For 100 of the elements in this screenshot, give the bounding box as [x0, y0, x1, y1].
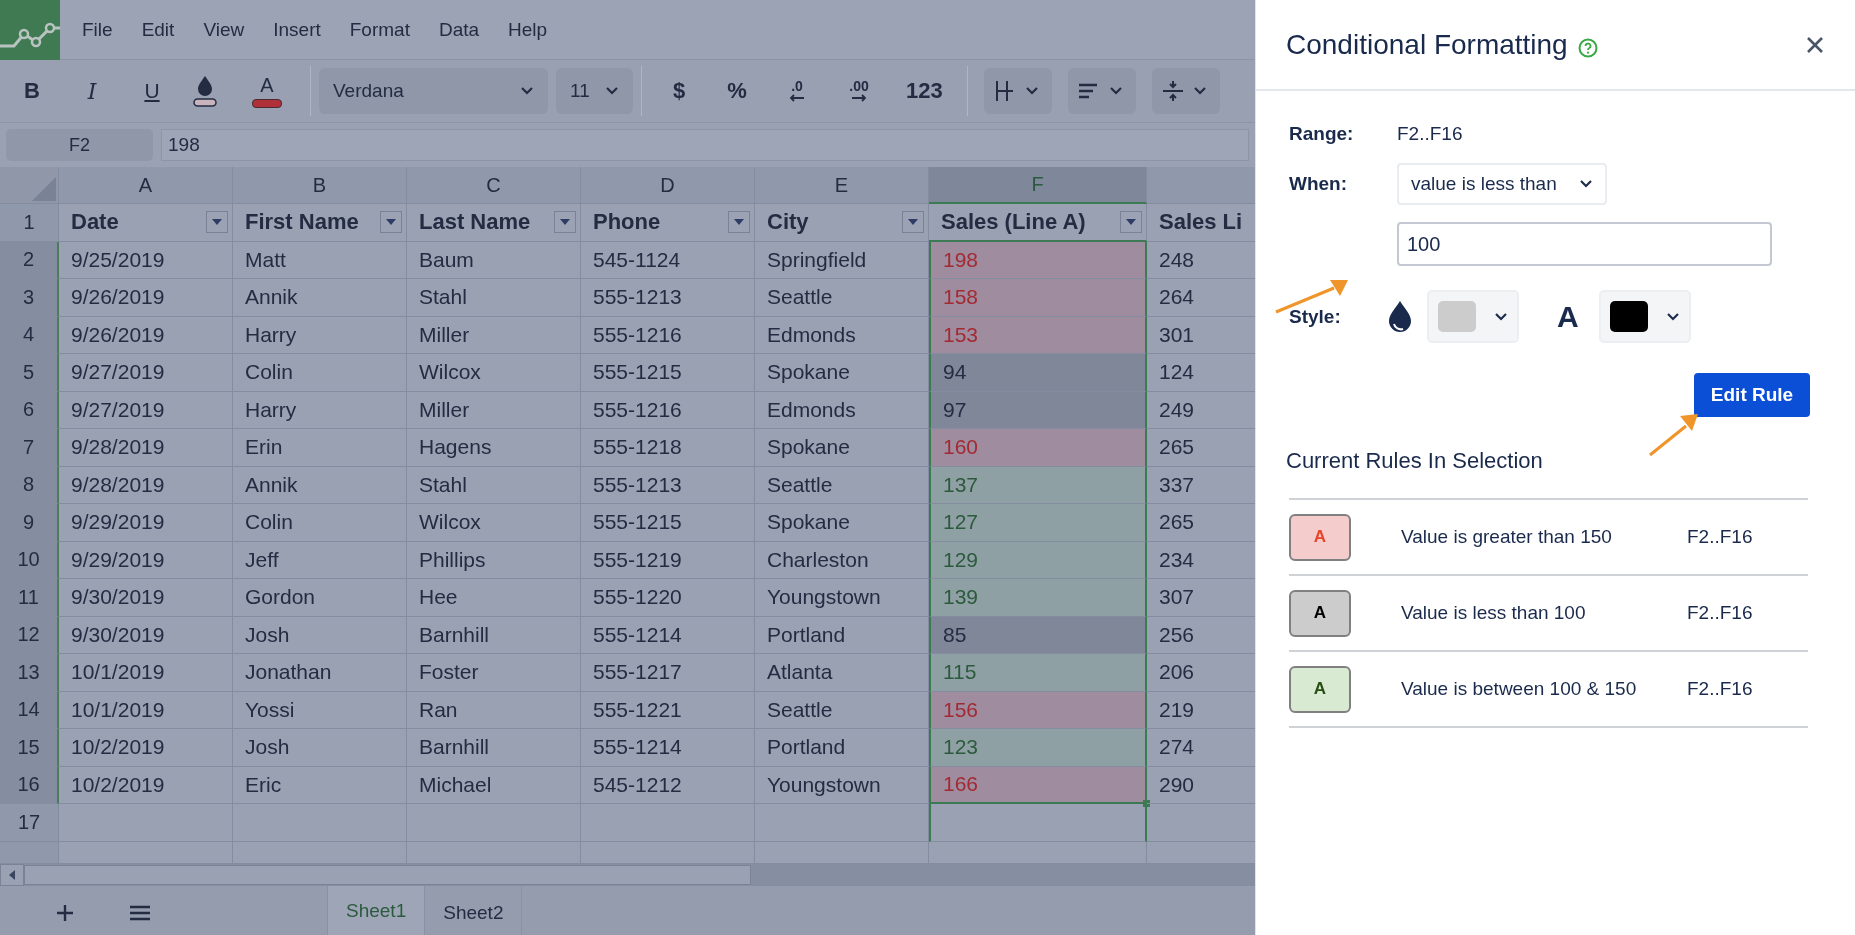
row-number[interactable]: 6 [0, 391, 59, 429]
fill-color-icon[interactable] [192, 74, 218, 108]
rule-style-swatch: A [1289, 589, 1351, 637]
row-number[interactable]: 12 [0, 616, 59, 654]
range-label: Range: [1289, 123, 1355, 145]
font-size-dropdown[interactable]: 11 [556, 68, 633, 114]
cell-name-box[interactable]: F2 [6, 129, 153, 161]
chevron-icon [1579, 179, 1593, 189]
rule-description: Value is greater than 150 [1401, 526, 1613, 548]
sheet-tab[interactable]: Sheet2 [425, 886, 523, 935]
column-header[interactable]: A [59, 167, 233, 204]
table-cell: 545-1124 [581, 241, 755, 279]
row-number[interactable]: 2 [0, 241, 59, 279]
row-number[interactable]: 8 [0, 466, 59, 504]
column-title: Phone [593, 209, 661, 236]
rule-style-swatch: A [1289, 665, 1351, 713]
text-color-label: A [1557, 299, 1579, 334]
menu-item[interactable]: Insert [273, 18, 321, 41]
italic-button[interactable]: I [74, 78, 110, 104]
menu-item[interactable]: Help [508, 18, 548, 41]
table-cell: 555-1218 [581, 429, 755, 467]
close-icon[interactable] [1805, 34, 1825, 55]
column-header[interactable]: D [581, 167, 755, 204]
edit-rule-button[interactable]: Edit Rule [1694, 373, 1810, 417]
help-icon[interactable] [1577, 37, 1598, 58]
row-number[interactable]: 9 [0, 504, 59, 542]
table-cell: Michael [407, 766, 581, 804]
table-cell: 555-1216 [581, 391, 755, 429]
align-dropdown-icon[interactable] [1067, 68, 1136, 114]
column-header[interactable]: C [407, 167, 581, 204]
row-number[interactable]: 5 [0, 354, 59, 392]
increase-decimal-button[interactable]: .00 [842, 79, 876, 103]
table-cell: Stahl [407, 279, 581, 317]
text-color-button[interactable]: A [252, 74, 282, 108]
menu-item[interactable]: File [82, 18, 113, 41]
when-label: When: [1289, 173, 1349, 195]
table-cell: 10/2/2019 [59, 729, 233, 767]
column-header[interactable]: B [233, 167, 407, 204]
formula-field[interactable]: 198 [161, 129, 1249, 161]
row-number[interactable]: 10 [0, 541, 59, 579]
row-number[interactable]: 15 [0, 729, 59, 767]
sales-cell: 158 [929, 279, 1147, 317]
row-number[interactable]: 14 [0, 691, 59, 729]
filter-dropdown-icon[interactable] [380, 211, 402, 234]
row-number[interactable]: 1 [0, 204, 59, 242]
rule-style-swatch: A [1289, 513, 1351, 561]
table-cell: Erin [233, 429, 407, 467]
table-cell: Wilcox [407, 354, 581, 392]
sheet-tab[interactable]: Sheet1 [327, 886, 426, 935]
sales-cell: 198 [929, 241, 1147, 279]
row-number[interactable]: 7 [0, 429, 59, 467]
table-cell: 555-1215 [581, 504, 755, 542]
fill-handle[interactable] [1143, 800, 1150, 807]
number-format-button[interactable]: $ [666, 78, 692, 104]
table-cell: Annik [233, 466, 407, 504]
table-cell: 10/1/2019 [59, 654, 233, 692]
vertical-align-dropdown-icon[interactable] [1151, 68, 1220, 114]
rules-heading: Current Rules In Selection [1286, 448, 1544, 474]
menu-item[interactable]: Data [438, 18, 480, 41]
column-header[interactable]: E [755, 167, 929, 204]
sales-cell: 156 [929, 691, 1147, 729]
scrollbar-thumb[interactable] [24, 865, 751, 885]
condition-dropdown[interactable]: value is less than [1397, 163, 1607, 205]
text-color-picker[interactable] [1598, 290, 1691, 343]
borders-dropdown-icon[interactable] [983, 68, 1052, 114]
filter-dropdown-icon[interactable] [902, 211, 924, 234]
scroll-left-icon[interactable] [0, 864, 24, 886]
font-dropdown[interactable]: Verdana [319, 68, 548, 114]
fill-color-picker[interactable] [1427, 290, 1519, 343]
table-cell: 555-1219 [581, 541, 755, 579]
number-format-button[interactable]: % [724, 78, 750, 104]
bold-button[interactable]: B [14, 78, 50, 104]
arrow-right-icon [851, 93, 867, 103]
table-cell: Josh [233, 729, 407, 767]
table-cell: Barnhill [407, 729, 581, 767]
menu-item[interactable]: View [203, 18, 245, 41]
menu-item[interactable]: Format [349, 18, 410, 41]
table-cell: 555-1221 [581, 691, 755, 729]
row-number[interactable]: 17 [0, 804, 59, 842]
row-number[interactable]: 3 [0, 279, 59, 317]
rule-description: Value is less than 100 [1401, 602, 1587, 624]
table-cell: 9/25/2019 [59, 241, 233, 279]
table-cell: Josh [233, 616, 407, 654]
row-number[interactable]: 11 [0, 579, 59, 617]
underline-button[interactable]: U [134, 79, 170, 103]
filter-dropdown-icon[interactable] [554, 211, 576, 234]
table-cell: Colin [233, 504, 407, 542]
table-cell: Harry [233, 316, 407, 354]
decrease-decimal-button[interactable]: .0 [780, 79, 814, 103]
row-number[interactable]: 4 [0, 316, 59, 354]
menu-item[interactable]: Edit [141, 18, 175, 41]
filter-dropdown-icon[interactable] [1120, 210, 1142, 233]
table-cell: 555-1214 [581, 729, 755, 767]
number-format-button[interactable]: 123 [906, 78, 943, 104]
row-number[interactable]: 13 [0, 654, 59, 692]
table-cell: 555-1216 [581, 316, 755, 354]
filter-dropdown-icon[interactable] [206, 211, 228, 234]
row-number[interactable]: 16 [0, 766, 59, 804]
value-input[interactable]: 100 [1397, 222, 1772, 266]
filter-dropdown-icon[interactable] [728, 211, 750, 234]
